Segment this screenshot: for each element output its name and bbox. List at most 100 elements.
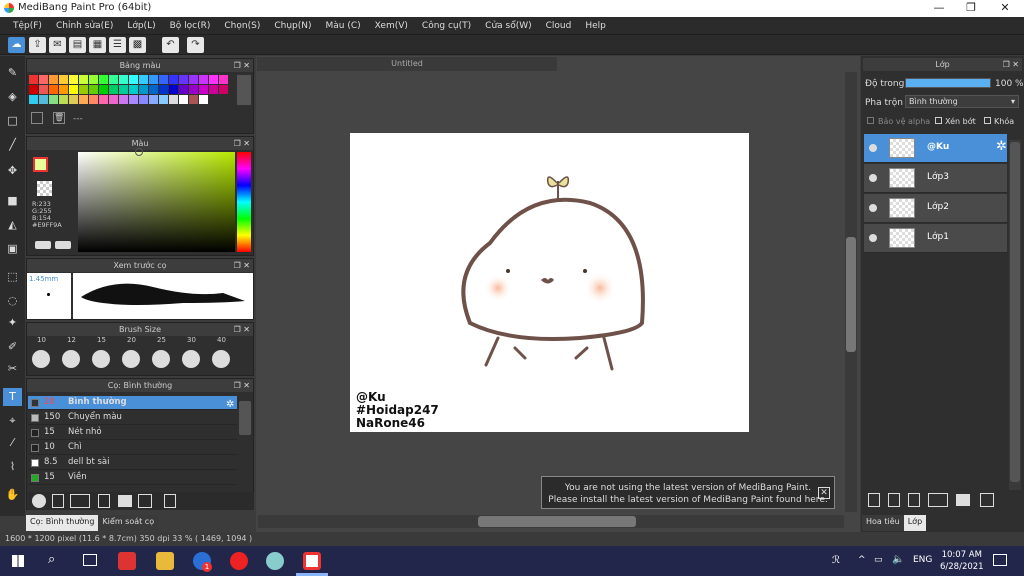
grid-icon[interactable]: ▩ bbox=[129, 37, 146, 53]
color-swatch[interactable] bbox=[209, 75, 218, 84]
brush-size-option[interactable] bbox=[212, 350, 230, 368]
color-swatch[interactable] bbox=[29, 85, 38, 94]
brush-settings-gear-icon[interactable]: ✲ bbox=[226, 399, 234, 410]
brush-size-option[interactable] bbox=[182, 350, 200, 368]
menu-view[interactable]: Xem(V) bbox=[368, 21, 415, 31]
menu-window[interactable]: Cửa sổ(W) bbox=[478, 21, 538, 31]
color-swatch[interactable] bbox=[69, 85, 78, 94]
color-swatch[interactable] bbox=[49, 75, 58, 84]
menu-select[interactable]: Chọn(S) bbox=[217, 21, 267, 31]
opacity-slider[interactable] bbox=[905, 78, 991, 88]
operation-tool-icon[interactable]: ⌖ bbox=[3, 412, 22, 430]
select-pen-icon[interactable]: ✐ bbox=[3, 338, 22, 356]
color-swatch[interactable] bbox=[179, 75, 188, 84]
panel-close-icon[interactable]: ❐ ✕ bbox=[234, 379, 250, 392]
brush-size-option[interactable] bbox=[62, 350, 80, 368]
color-swatch[interactable] bbox=[79, 75, 88, 84]
duplicate-icon[interactable] bbox=[138, 494, 152, 508]
layer-item[interactable]: Lớp3 bbox=[864, 164, 1007, 193]
blend-select[interactable]: Bình thường ▾ bbox=[905, 95, 1019, 108]
layer-scrollbar[interactable] bbox=[1009, 140, 1021, 490]
color-swatch[interactable] bbox=[39, 95, 48, 104]
panel-close-icon[interactable]: ❐ ✕ bbox=[1003, 58, 1019, 71]
color-swatch[interactable] bbox=[89, 75, 98, 84]
color-swatch[interactable] bbox=[189, 85, 198, 94]
menu-color[interactable]: Màu (C) bbox=[319, 21, 368, 31]
doc-icon[interactable]: ▦ bbox=[89, 37, 106, 53]
color-swatch[interactable] bbox=[189, 95, 198, 104]
opera-icon[interactable] bbox=[230, 552, 248, 570]
undo-icon[interactable]: ↶ bbox=[162, 37, 179, 53]
color-swatch[interactable] bbox=[29, 75, 38, 84]
color-swatch[interactable] bbox=[59, 75, 68, 84]
palette-scrollbar[interactable] bbox=[237, 75, 251, 105]
close-button[interactable]: ✕ bbox=[988, 0, 1022, 17]
visibility-icon[interactable] bbox=[869, 144, 877, 152]
paint-tool-icon[interactable] bbox=[266, 552, 284, 570]
update-notice[interactable]: You are not using the latest version of … bbox=[541, 476, 835, 509]
color-swatch[interactable] bbox=[149, 95, 158, 104]
trash-icon[interactable] bbox=[164, 494, 176, 508]
lock-checkbox[interactable]: Khóa bbox=[984, 117, 1014, 126]
brush-item[interactable]: 15 Viền bbox=[28, 471, 237, 485]
rect-tool-icon[interactable]: □ bbox=[3, 112, 22, 130]
bucket-tool-icon[interactable]: ◭ bbox=[3, 216, 22, 234]
cloud-icon[interactable]: ☁ bbox=[8, 37, 25, 53]
color-swatch[interactable] bbox=[69, 75, 78, 84]
visibility-icon[interactable] bbox=[869, 174, 877, 182]
color-swatch[interactable] bbox=[179, 95, 188, 104]
chevron-up-icon[interactable]: ^ bbox=[858, 555, 866, 565]
panel-close-icon[interactable]: ❐ ✕ bbox=[234, 137, 250, 150]
pen-tool-icon[interactable]: ╱ bbox=[3, 136, 22, 154]
network-icon[interactable]: ▭ bbox=[874, 555, 883, 565]
protect-alpha-checkbox[interactable]: Bảo vệ alpha bbox=[867, 117, 930, 126]
lasso-tool-icon[interactable]: ◌ bbox=[3, 292, 22, 310]
color-swatch[interactable] bbox=[119, 75, 128, 84]
layer-item[interactable]: Lớp1 bbox=[864, 224, 1007, 253]
brush-size-option[interactable] bbox=[92, 350, 110, 368]
color-swatch[interactable] bbox=[29, 95, 38, 104]
menu-tools[interactable]: Công cụ(T) bbox=[415, 21, 478, 31]
people-icon[interactable]: ℛ bbox=[832, 555, 840, 566]
select-eraser-icon[interactable]: ✂ bbox=[3, 360, 22, 378]
task-view-icon[interactable] bbox=[83, 554, 97, 566]
color-swatch[interactable] bbox=[199, 95, 208, 104]
menu-edit[interactable]: Chỉnh sửa(E) bbox=[49, 21, 120, 31]
color-swatch[interactable] bbox=[39, 75, 48, 84]
color-swatch[interactable] bbox=[159, 75, 168, 84]
add-brush-icon[interactable] bbox=[32, 494, 46, 508]
move-tool-icon[interactable]: ✥ bbox=[3, 162, 22, 180]
vertical-scroll-thumb[interactable] bbox=[846, 237, 856, 352]
color-swatch[interactable] bbox=[129, 95, 138, 104]
color-swatch[interactable] bbox=[69, 95, 78, 104]
brush-item[interactable]: 8.5 dell bt sài bbox=[28, 456, 237, 470]
panel-close-icon[interactable]: ❐ ✕ bbox=[234, 59, 250, 72]
brush-item[interactable]: 10 Chì bbox=[28, 441, 237, 455]
volume-icon[interactable]: 🔈 bbox=[892, 554, 904, 565]
color-swatch[interactable] bbox=[109, 95, 118, 104]
hand-tool-icon[interactable]: ✋ bbox=[3, 486, 22, 504]
text-tool-icon[interactable]: T bbox=[3, 388, 22, 406]
maximize-button[interactable]: ❐ bbox=[954, 0, 988, 17]
document-tab[interactable]: Untitled bbox=[257, 57, 557, 71]
color-swatch[interactable] bbox=[199, 75, 208, 84]
color-swatch[interactable] bbox=[49, 95, 58, 104]
color-picker-cursor[interactable] bbox=[135, 148, 143, 156]
color-mode-button[interactable] bbox=[35, 241, 51, 249]
eraser-tool-icon[interactable]: ◈ bbox=[3, 88, 22, 106]
color-swatch[interactable] bbox=[89, 85, 98, 94]
color-swatch[interactable] bbox=[99, 75, 108, 84]
action-center-icon[interactable] bbox=[993, 554, 1007, 566]
color-swatch[interactable] bbox=[39, 85, 48, 94]
color-swatch[interactable] bbox=[189, 75, 198, 84]
menu-file[interactable]: Tệp(F) bbox=[6, 21, 49, 31]
menu-snap[interactable]: Chụp(N) bbox=[267, 21, 318, 31]
color-swatch[interactable] bbox=[79, 95, 88, 104]
visibility-icon[interactable] bbox=[869, 204, 877, 212]
color-swatch[interactable] bbox=[139, 95, 148, 104]
note-icon[interactable]: ▤ bbox=[69, 37, 86, 53]
new-halftone-layer-icon[interactable] bbox=[888, 493, 900, 507]
visibility-icon[interactable] bbox=[869, 234, 877, 242]
tab-brush-control[interactable]: Kiểm soát cọ bbox=[98, 515, 159, 531]
saturation-value-picker[interactable] bbox=[78, 152, 235, 252]
